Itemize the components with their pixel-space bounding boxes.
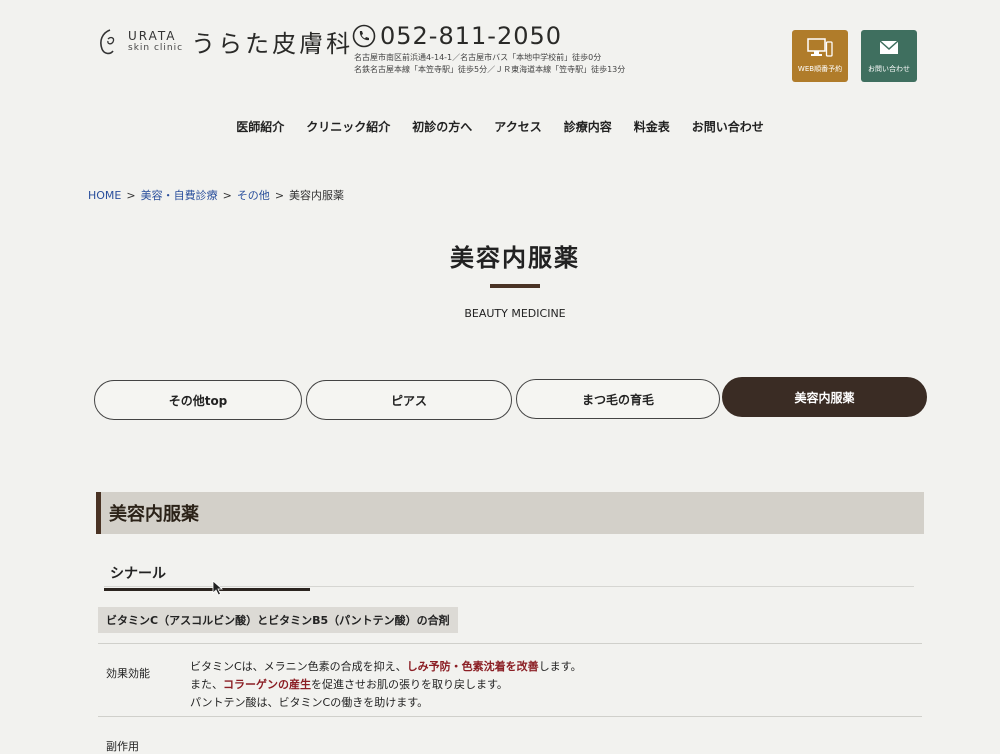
breadcrumb-separator: > [222, 189, 232, 202]
nav-item-first-visit[interactable]: 初診の方へ [412, 118, 472, 135]
section-heading: 美容内服薬 [96, 492, 924, 534]
mouse-cursor-icon [212, 580, 224, 596]
effect-text-plain: を促進させお肌の張りを取り戻します。 [311, 678, 508, 691]
effect-highlight: しみ予防・色素沈着を改善 [406, 660, 539, 673]
nav-item-access[interactable]: アクセス [494, 118, 541, 135]
breadcrumb-separator: > [274, 189, 285, 202]
product-name: シナール [110, 566, 166, 582]
side-effect-label: 副作用 [106, 740, 139, 753]
tab-other-top[interactable]: その他top [94, 380, 302, 420]
effect-text-plain: パントテン酸は、ビタミンCの働きを助けます。 [190, 696, 429, 709]
address-line-1: 名古屋市南区前浜通4-14-1／名古屋市バス「本地中学校前」徒歩0分 [354, 53, 602, 62]
phone-number-text: 052-811-2050 [380, 22, 563, 50]
mail-icon [879, 40, 899, 54]
product-underline [104, 588, 310, 591]
logo-en-line2: skin clinic [128, 43, 184, 53]
logo-mark-icon [100, 28, 115, 54]
effect-line: パントテン酸は、ビタミンCの働きを助けます。 [190, 694, 582, 712]
breadcrumb-separator: > [126, 189, 136, 202]
effect-text-plain: また、 [190, 678, 223, 691]
phone-icon [352, 24, 376, 48]
product-description: ビタミンC（アスコルビン酸）とビタミンB5（パントテン酸）の合剤 [98, 607, 458, 633]
tab-piercing[interactable]: ピアス [306, 380, 512, 420]
clinic-address: 名古屋市南区前浜通4-14-1／名古屋市バス「本地中学校前」徒歩0分 名鉄名古屋… [354, 52, 625, 76]
logo-japanese: うらた皮膚科 [191, 30, 354, 58]
tab-eyelash-growth[interactable]: まつ毛の育毛 [516, 379, 720, 419]
nav-item-contact[interactable]: お問い合わせ [692, 118, 764, 135]
table-divider [98, 716, 922, 717]
clinic-logo[interactable]: URATA skin clinic うらた皮膚科 [96, 24, 353, 59]
tab-beauty-medicine[interactable]: 美容内服薬 [722, 377, 927, 417]
effect-text-plain: ビタミンCは、メラニン色素の合成を抑え、 [190, 660, 407, 673]
table-divider [98, 643, 922, 644]
effect-highlight: コラーゲンの産生 [223, 678, 311, 691]
breadcrumb-beauty[interactable]: 美容・自費診療 [141, 189, 218, 202]
breadcrumb-home[interactable]: HOME [88, 189, 121, 202]
nav-item-treatments[interactable]: 診療内容 [564, 118, 612, 135]
page-subtitle: BEAUTY MEDICINE [464, 307, 566, 320]
nav-item-clinic[interactable]: クリニック紹介 [306, 118, 390, 135]
product-divider [104, 586, 914, 587]
global-nav: 医師紹介 クリニック紹介 初診の方へ アクセス 診療内容 料金表 お問い合わせ [0, 118, 1000, 135]
breadcrumb-current: 美容内服薬 [289, 189, 345, 202]
logo-en-line1: URATA [128, 29, 177, 43]
nav-item-fees[interactable]: 料金表 [634, 118, 670, 135]
effect-line: また、コラーゲンの産生を促進させお肌の張りを取り戻します。 [190, 676, 582, 694]
effect-line: ビタミンCは、メラニン色素の合成を抑え、しみ予防・色素沈着を改善します。 [190, 658, 582, 676]
effect-text-plain: します。 [538, 660, 582, 673]
breadcrumb: HOME > 美容・自費診療 > その他 > 美容内服薬 [88, 187, 344, 203]
title-underline [490, 284, 540, 288]
contact-label: お問い合わせ [868, 65, 910, 73]
breadcrumb-other[interactable]: その他 [237, 189, 270, 202]
page-title: 美容内服薬 [450, 244, 580, 272]
web-reservation-button[interactable]: WEB順番予約 [792, 30, 848, 82]
contact-button[interactable]: お問い合わせ [861, 30, 917, 82]
address-line-2: 名鉄名古屋本線「本笠寺駅」徒歩5分／ＪＲ東海道本線「笠寺駅」徒歩13分 [354, 65, 626, 74]
logo-english: URATA skin clinic [128, 30, 183, 53]
effect-label: 効果効能 [106, 667, 150, 680]
web-reservation-label: WEB順番予約 [797, 65, 843, 73]
computer-icon [807, 38, 833, 57]
effect-text: ビタミンCは、メラニン色素の合成を抑え、しみ予防・色素沈着を改善します。 また、… [190, 658, 582, 712]
nav-item-doctor[interactable]: 医師紹介 [236, 118, 284, 135]
phone-number[interactable]: 052-811-2050 [352, 22, 562, 50]
